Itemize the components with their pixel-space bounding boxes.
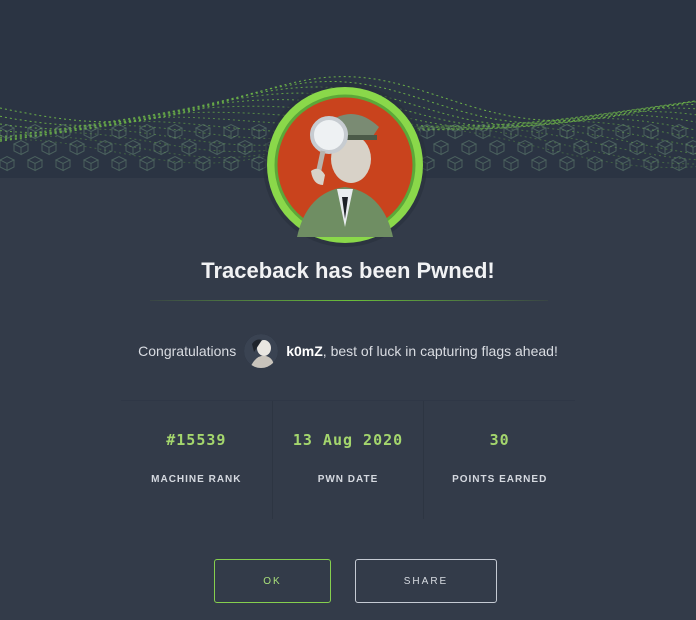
congratulations-message: Congratulations k0mZ , best of luck in c… xyxy=(0,334,696,368)
page-title: Traceback has been Pwned! xyxy=(201,258,495,283)
pwn-date-value: 13 Aug 2020 xyxy=(292,431,404,449)
points-earned-value: 30 xyxy=(489,431,510,449)
congrats-suffix: , best of luck in capturing flags ahead! xyxy=(322,343,558,359)
machine-rank-value: #15539 xyxy=(166,431,227,449)
stat-points-earned: 30 POINTS EARNED xyxy=(423,401,575,519)
detective-icon xyxy=(274,94,416,237)
stat-machine-rank: #15539 MACHINE RANK xyxy=(121,401,272,519)
machine-rank-label: MACHINE RANK xyxy=(151,474,242,485)
stats-panel: #15539 MACHINE RANK 13 Aug 2020 PWN DATE… xyxy=(121,400,575,519)
pwn-date-label: PWN DATE xyxy=(317,474,379,485)
congrats-prefix: Congratulations xyxy=(138,343,237,359)
username[interactable]: k0mZ xyxy=(286,343,323,359)
ok-button[interactable]: OK xyxy=(214,559,331,603)
stat-pwn-date: 13 Aug 2020 PWN DATE xyxy=(271,401,424,519)
points-earned-label: POINTS EARNED xyxy=(452,474,548,485)
user-avatar-icon xyxy=(244,334,279,368)
machine-avatar xyxy=(267,87,423,243)
share-button[interactable]: SHARE xyxy=(355,559,497,603)
title-divider xyxy=(150,300,548,301)
user-avatar xyxy=(244,334,279,368)
